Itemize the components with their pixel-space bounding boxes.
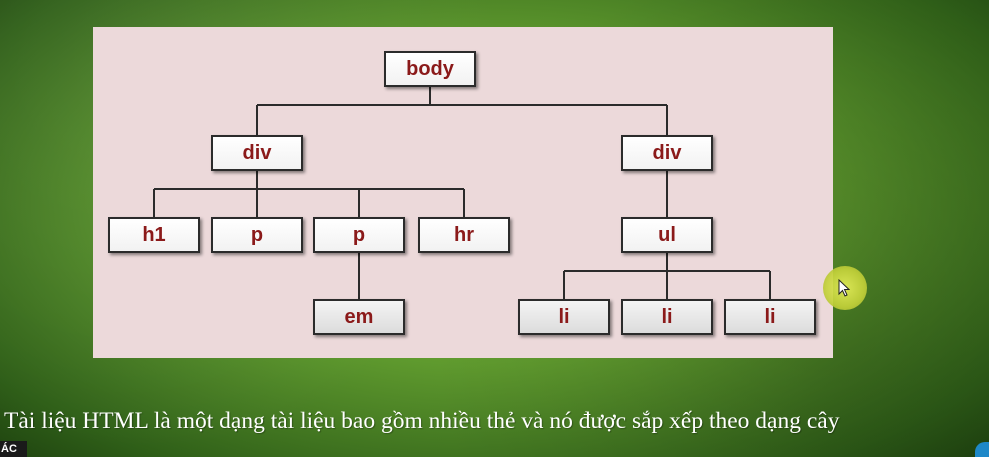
node-em: em — [313, 299, 405, 335]
dom-tree-diagram: body div div h1 p p hr ul em li li li — [93, 27, 833, 358]
node-p-second: p — [313, 217, 405, 253]
node-p-first: p — [211, 217, 303, 253]
node-li-first: li — [518, 299, 610, 335]
node-h1: h1 — [108, 217, 200, 253]
node-li-third: li — [724, 299, 816, 335]
node-div-right: div — [621, 135, 713, 171]
node-ul: ul — [621, 217, 713, 253]
slide-caption: Tài liệu HTML là một dạng tài liệu bao g… — [4, 408, 840, 434]
node-hr: hr — [418, 217, 510, 253]
node-div-left: div — [211, 135, 303, 171]
node-li-second: li — [621, 299, 713, 335]
mouse-pointer-icon — [838, 279, 850, 297]
node-body: body — [384, 51, 476, 87]
corner-accent — [975, 442, 989, 457]
corner-label: ÁC — [0, 441, 27, 457]
